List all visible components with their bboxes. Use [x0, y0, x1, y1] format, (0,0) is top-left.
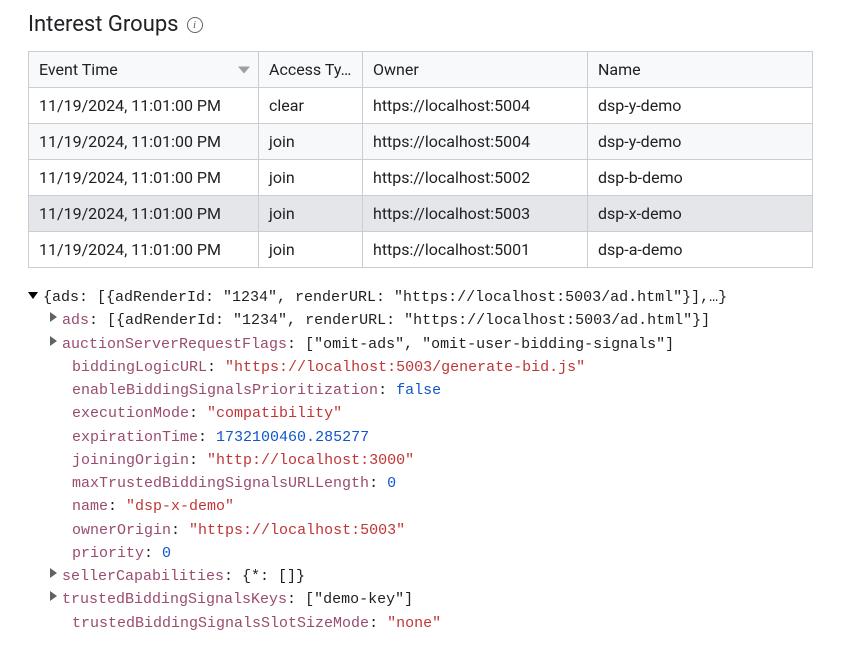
tree-value: 0: [162, 545, 171, 562]
table-cell: dsp-b-demo: [588, 160, 813, 196]
caret-right-icon: [50, 312, 57, 322]
table-row[interactable]: 11/19/2024, 11:01:00 PMjoinhttps://local…: [29, 196, 813, 232]
table-cell: https://localhost:5004: [363, 88, 588, 124]
tree-prop-priority[interactable]: priority: 0: [28, 542, 813, 565]
object-tree: {ads: [{adRenderId: "1234", renderURL: "…: [28, 286, 813, 635]
tree-prop-expiration[interactable]: expirationTime: 1732100460.285277: [28, 426, 813, 449]
tree-value: "dsp-x-demo": [126, 498, 234, 515]
tree-value: 0: [387, 475, 396, 492]
table-cell: 11/19/2024, 11:01:00 PM: [29, 124, 259, 160]
tree-prop-bidding-url[interactable]: biddingLogicURL: "https://localhost:5003…: [28, 356, 813, 379]
tree-prop-tbs-keys[interactable]: trustedBiddingSignalsKeys: ["demo-key"]: [28, 588, 813, 611]
table-row[interactable]: 11/19/2024, 11:01:00 PMjoinhttps://local…: [29, 160, 813, 196]
tree-key: joiningOrigin: [72, 452, 189, 469]
tree-value: [{adRenderId: "1234", renderURL: "https:…: [107, 312, 710, 329]
col-header-owner[interactable]: Owner: [363, 52, 588, 88]
table-row[interactable]: 11/19/2024, 11:01:00 PMjoinhttps://local…: [29, 232, 813, 268]
caret-down-icon: [28, 292, 38, 299]
tree-value: {*: []}: [242, 568, 305, 585]
tree-prop-auction-flags[interactable]: auctionServerRequestFlags: ["omit-ads", …: [28, 333, 813, 356]
tree-key: maxTrustedBiddingSignalsURLLength: [72, 475, 369, 492]
col-header-event-time[interactable]: Event Time: [29, 52, 259, 88]
table-cell: join: [259, 160, 363, 196]
table-cell: join: [259, 232, 363, 268]
col-header-label: Event Time: [39, 60, 118, 79]
tree-value: ["demo-key"]: [305, 591, 413, 608]
tree-key: ownerOrigin: [72, 522, 171, 539]
tree-prop-joining-origin[interactable]: joiningOrigin: "http://localhost:3000": [28, 449, 813, 472]
table-cell: 11/19/2024, 11:01:00 PM: [29, 232, 259, 268]
tree-value: "http://localhost:3000": [207, 452, 414, 469]
table-cell: https://localhost:5003: [363, 196, 588, 232]
tree-key: auctionServerRequestFlags: [62, 336, 287, 353]
tree-key: biddingLogicURL: [72, 359, 207, 376]
caret-right-icon: [50, 591, 57, 601]
tree-value: "compatibility": [207, 405, 342, 422]
table-cell: dsp-y-demo: [588, 88, 813, 124]
tree-value: false: [396, 382, 441, 399]
tree-summary: {ads: [{adRenderId: "1234", renderURL: "…: [43, 289, 727, 306]
tree-value: ["omit-ads", "omit-user-bidding-signals"…: [305, 336, 674, 353]
tree-key: executionMode: [72, 405, 189, 422]
table-cell: dsp-x-demo: [588, 196, 813, 232]
tree-prop-exec-mode[interactable]: executionMode: "compatibility": [28, 402, 813, 425]
info-icon[interactable]: i: [187, 17, 203, 33]
table-cell: 11/19/2024, 11:01:00 PM: [29, 160, 259, 196]
caret-right-icon: [50, 568, 57, 578]
tree-prop-enable-bsp[interactable]: enableBiddingSignalsPrioritization: fals…: [28, 379, 813, 402]
table-row[interactable]: 11/19/2024, 11:01:00 PMclearhttps://loca…: [29, 88, 813, 124]
tree-key: trustedBiddingSignalsKeys: [62, 591, 287, 608]
tree-prop-seller-cap[interactable]: sellerCapabilities: {*: []}: [28, 565, 813, 588]
col-header-access-type[interactable]: Access Ty…: [259, 52, 363, 88]
tree-root[interactable]: {ads: [{adRenderId: "1234", renderURL: "…: [28, 286, 813, 309]
tree-key: priority: [72, 545, 144, 562]
table-cell: join: [259, 124, 363, 160]
tree-key: sellerCapabilities: [62, 568, 224, 585]
tree-key: ads: [62, 312, 89, 329]
caret-right-icon: [50, 336, 57, 346]
tree-value: "https://localhost:5003/generate-bid.js": [225, 359, 585, 376]
tree-prop-owner-origin[interactable]: ownerOrigin: "https://localhost:5003": [28, 519, 813, 542]
table-row[interactable]: 11/19/2024, 11:01:00 PMjoinhttps://local…: [29, 124, 813, 160]
tree-value: 1732100460.285277: [216, 429, 369, 446]
col-header-name[interactable]: Name: [588, 52, 813, 88]
table-cell: https://localhost:5002: [363, 160, 588, 196]
tree-prop-ads[interactable]: ads: [{adRenderId: "1234", renderURL: "h…: [28, 309, 813, 332]
table-cell: dsp-a-demo: [588, 232, 813, 268]
panel-header: Interest Groups i: [28, 12, 813, 37]
table-cell: dsp-y-demo: [588, 124, 813, 160]
table-header-row: Event Time Access Ty… Owner Name: [29, 52, 813, 88]
tree-prop-name[interactable]: name: "dsp-x-demo": [28, 495, 813, 518]
tree-prop-max-url-len[interactable]: maxTrustedBiddingSignalsURLLength: 0: [28, 472, 813, 495]
table-cell: join: [259, 196, 363, 232]
tree-value: "none": [387, 615, 441, 632]
tree-key: name: [72, 498, 108, 515]
tree-value: "https://localhost:5003": [189, 522, 405, 539]
table-cell: 11/19/2024, 11:01:00 PM: [29, 88, 259, 124]
tree-key: enableBiddingSignalsPrioritization: [72, 382, 378, 399]
tree-prop-tbs-slot-mode[interactable]: trustedBiddingSignalsSlotSizeMode: "none…: [28, 612, 813, 635]
events-table: Event Time Access Ty… Owner Name 11/19/2…: [28, 51, 813, 268]
sort-desc-icon: [238, 66, 250, 73]
table-cell: https://localhost:5001: [363, 232, 588, 268]
table-cell: clear: [259, 88, 363, 124]
tree-key: trustedBiddingSignalsSlotSizeMode: [72, 615, 369, 632]
page-title: Interest Groups: [28, 12, 179, 37]
tree-key: expirationTime: [72, 429, 198, 446]
table-cell: https://localhost:5004: [363, 124, 588, 160]
table-cell: 11/19/2024, 11:01:00 PM: [29, 196, 259, 232]
